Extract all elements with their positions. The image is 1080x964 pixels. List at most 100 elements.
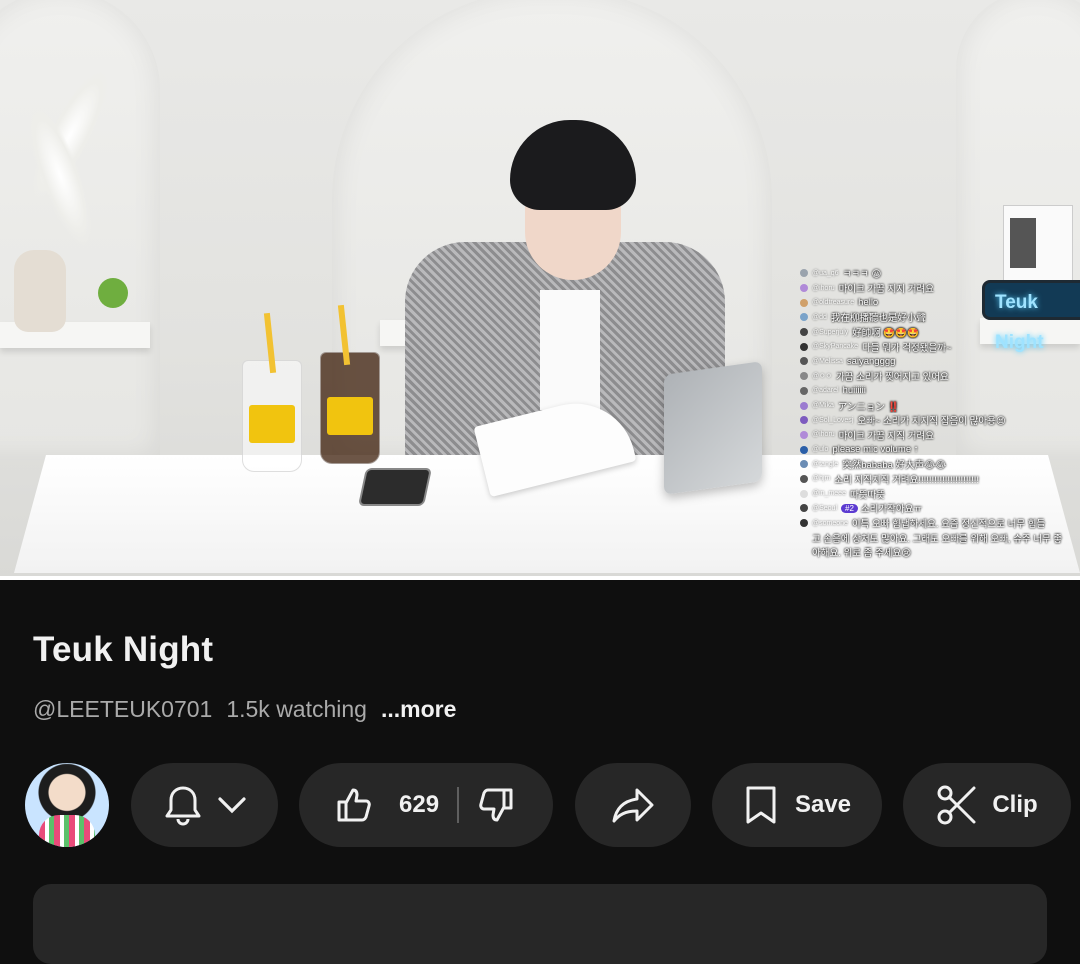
subscribe-notification-button[interactable]: [131, 763, 278, 847]
chat-username: @ihoru: [812, 431, 835, 439]
chat-avatar: [800, 357, 808, 366]
chat-username: @adarel: [812, 387, 839, 395]
chat-message: @Seoul #2 소리가작아요ㅠ: [800, 501, 1080, 516]
save-button[interactable]: Save: [712, 763, 882, 847]
chat-message: @Melissa saiyangggg: [800, 354, 1080, 369]
live-chat-overlay: @ua_q6 ㅋㅋㅋ 😀 @ihoru 마이크 가끔 지지 거려요 @oldtreasu…: [800, 266, 1080, 580]
channel-handle[interactable]: @LEETEUK0701: [33, 696, 212, 723]
clip-button[interactable]: Clip: [903, 763, 1071, 847]
chat-avatar: [800, 269, 808, 278]
chat-text: saiyangggg: [846, 355, 896, 367]
channel-avatar[interactable]: [25, 763, 109, 847]
description-card[interactable]: [33, 884, 1047, 964]
chat-username: @hjm: [812, 475, 831, 483]
chat-message: 아해요. 위로 좀 주세요😢: [800, 545, 1080, 560]
chat-message: @ihoru 마이크 가끔 지직 거려요: [800, 428, 1080, 443]
chat-badge: #2: [841, 503, 858, 513]
chat-avatar: [800, 401, 808, 410]
chat-text: please mic volume ↑: [832, 444, 919, 456]
tablet: [664, 361, 762, 495]
scissors-icon: [936, 784, 978, 826]
chat-message: @SkyPancake 다들 뭐가 걱정됐을까~: [800, 339, 1080, 354]
smartphone: [357, 468, 433, 506]
chat-text: 소리 지직지직 거려요!!!!!!!!!!!!!!!!!!!!!!!: [834, 474, 980, 486]
chat-username: @someone: [812, 519, 848, 527]
chat-username: @Mika: [812, 402, 834, 410]
chat-avatar: [800, 386, 808, 395]
like-count[interactable]: 629: [399, 791, 439, 819]
like-dislike-group: 629: [299, 763, 553, 847]
share-icon: [611, 786, 655, 824]
action-bar: 629 Save Clip: [0, 763, 1080, 847]
drink-cup: [242, 312, 302, 472]
chat-text: 我在柳播聽也是好小聲: [830, 313, 926, 325]
chat-text: ㅋㅋㅋ 😀: [842, 269, 882, 281]
chat-message: @ㅇㅇ 가끔 소리가 찢어지고 있어요: [800, 369, 1080, 384]
chat-avatar: [800, 416, 808, 425]
chat-avatar: [800, 474, 808, 483]
chat-username: @SkyPancake: [812, 343, 859, 351]
video-meta: @LEETEUK0701 1.5k watching ...more: [33, 696, 456, 723]
chat-avatar: [800, 284, 808, 293]
chat-avatar: [800, 298, 808, 307]
chat-text: hello: [858, 297, 879, 309]
chat-message: @hjm 소리 지직지직 거려요!!!!!!!!!!!!!!!!!!!!!!!: [800, 472, 1080, 487]
chat-text: 突然bababa 好大声😂😂: [842, 460, 947, 472]
divider: [457, 787, 460, 823]
chat-username: @tangle: [812, 460, 839, 468]
chat-username: @oldtreasure: [812, 299, 855, 307]
video-title: Teuk Night: [33, 630, 214, 669]
chat-message: @ulo please mic volume ↑: [800, 442, 1080, 457]
chat-message: @oldtreasure hello: [800, 295, 1080, 310]
save-label: Save: [794, 791, 852, 818]
chat-avatar: [800, 313, 808, 322]
chat-text: 마이크 가끔 지직 거려요: [838, 430, 934, 442]
chat-text: 好帥啊 🤩🤩🤩: [852, 328, 919, 340]
chat-text: 다들 뭐가 걱정됐을까~: [862, 342, 952, 354]
chat-message: @ihoru 마이크 가끔 지지 거려요: [800, 281, 1080, 296]
video-progress-bar[interactable]: [0, 576, 1080, 580]
chat-text: 오빠~ 소리가 지지직 잡음이 많아용😉: [857, 416, 1006, 428]
chat-message: @Superjuly 好帥啊 🤩🤩🤩: [800, 325, 1080, 340]
chat-username: @in_meee: [812, 490, 846, 498]
chat-text: 고 손음에 상처도 많아요. 그래도 오빠를 위해 오빠, 슈주 너무 좋: [812, 533, 1063, 545]
chat-username: @dd: [812, 313, 827, 321]
chat-username: @Superjuly: [812, 328, 849, 336]
chat-message: @Mika アンニョン ‼️: [800, 398, 1080, 413]
chat-avatar: [800, 489, 808, 498]
chat-avatar: [800, 445, 808, 454]
chat-avatar: [800, 372, 808, 381]
chat-avatar: [800, 460, 808, 469]
chat-message: @adarel huiiiiii: [800, 384, 1080, 399]
thumbs-down-icon[interactable]: [477, 786, 515, 824]
chat-avatar: [800, 519, 808, 528]
clip-label: Clip: [992, 791, 1038, 818]
chat-username: @Sol_Lovesj: [812, 416, 854, 424]
bell-icon: [163, 784, 203, 826]
chat-text: 따뜻따뜻: [849, 489, 885, 501]
bookmark-icon: [743, 785, 779, 825]
chat-text: 이특 오빠 힘냅하세요. 요즘 정신적으로 너무 힘들: [851, 519, 1046, 531]
chat-message: @ua_q6 ㅋㅋㅋ 😀: [800, 266, 1080, 281]
chat-avatar: [800, 430, 808, 439]
share-button[interactable]: [575, 763, 691, 847]
drink-cup: [320, 304, 380, 464]
chat-username: @Melissa: [812, 357, 843, 365]
chat-text: 마이크 가끔 지지 거려요: [838, 284, 934, 296]
chat-message: @tangle 突然bababa 好大声😂😂: [800, 457, 1080, 472]
chat-avatar: [800, 342, 808, 351]
chat-message: 고 손음에 상처도 많아요. 그래도 오빠를 위해 오빠, 슈주 너무 좋: [800, 530, 1080, 545]
chat-avatar: [800, 504, 808, 513]
chat-username: @ulo: [812, 446, 829, 454]
chat-message: @in_meee 따뜻따뜻: [800, 486, 1080, 501]
more-link[interactable]: ...more: [381, 696, 456, 723]
chat-message: @Sol_Lovesj 오빠~ 소리가 지지직 잡음이 많아용😉: [800, 413, 1080, 428]
chat-avatar: [800, 328, 808, 337]
chat-text: huiiiiii: [842, 385, 866, 397]
chat-text: 아해요. 위로 좀 주세요😢: [812, 548, 912, 560]
thumbs-up-icon[interactable]: [335, 786, 373, 824]
chat-text: 소리가작아요ㅠ: [860, 504, 923, 516]
video-player[interactable]: Teuk Night @ua_q6 ㅋㅋㅋ 😀 @ihoru 마이크 가끔 지지 거려…: [0, 0, 1080, 580]
watching-count: 1.5k watching: [226, 696, 367, 722]
chat-message: @dd 我在柳播聽也是好小聲: [800, 310, 1080, 325]
